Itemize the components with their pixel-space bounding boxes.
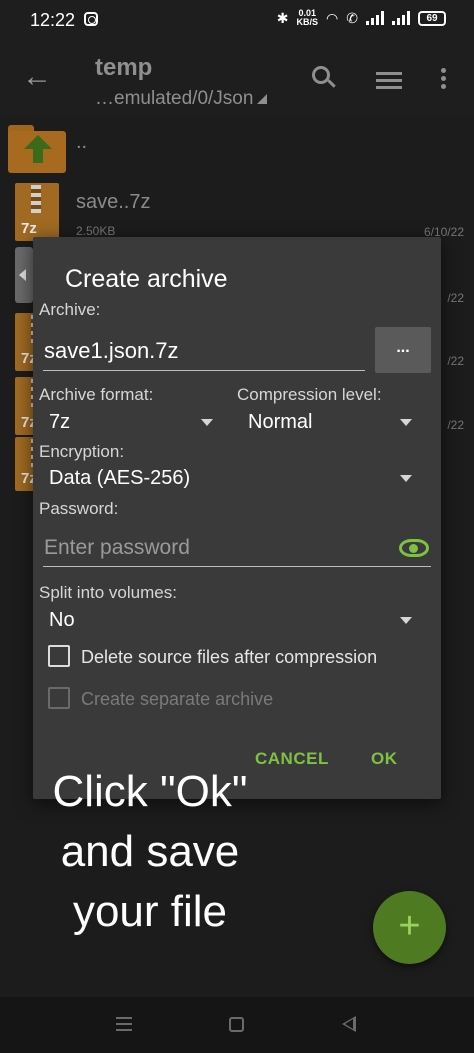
path-text: …emulated/0/Json <box>95 88 254 109</box>
encryption-select[interactable]: Data (AES-256) <box>33 461 416 495</box>
archive-format-select[interactable]: 7z <box>33 405 217 439</box>
search-icon[interactable] <box>312 66 336 88</box>
caption-line: and save <box>60 827 240 876</box>
wifi-icon: ◠ <box>326 9 339 26</box>
battery-icon: 69 <box>418 10 446 26</box>
delete-source-label: Delete source files after compression <box>81 647 378 667</box>
status-bar: 12:22 ✱ 0.01 KB/S ◠ ✆ 69 <box>0 0 474 42</box>
file-date: /22 <box>447 354 464 368</box>
tutorial-caption: Click "Ok" and save your file <box>0 762 300 942</box>
status-icons: ✱ 0.01 KB/S ◠ ✆ 69 <box>277 9 446 27</box>
password-input[interactable]: Enter password <box>43 531 431 567</box>
signal-icon-2 <box>392 11 410 25</box>
archive-format-value: 7z <box>49 411 71 433</box>
nav-back-icon[interactable] <box>342 1016 356 1032</box>
dialog-title: Create archive <box>65 265 228 293</box>
toolbar-title: temp <box>95 54 153 81</box>
compression-level-value: Normal <box>248 411 313 433</box>
instagram-notification-icon <box>84 12 98 26</box>
dropdown-caret-icon <box>400 617 412 624</box>
separate-archive-label: Create separate archive <box>81 689 274 709</box>
back-arrow-icon[interactable]: ← <box>22 62 54 94</box>
separate-archive-checkbox <box>48 687 70 709</box>
signal-icon-1 <box>366 11 384 25</box>
archive-label: Archive: <box>39 300 101 319</box>
dropdown-caret-icon <box>201 419 213 426</box>
ok-button[interactable]: OK <box>371 749 398 769</box>
path-selector[interactable]: …emulated/0/Json <box>95 88 268 110</box>
status-time: 12:22 <box>30 10 76 30</box>
compression-level-select[interactable]: Normal <box>232 405 416 439</box>
parent-folder-label: .. <box>76 131 88 153</box>
password-placeholder: Enter password <box>44 536 190 559</box>
encryption-label: Encryption: <box>39 442 125 461</box>
system-nav-bar <box>0 997 474 1053</box>
wifi-calling-icon: ✆ <box>346 9 358 26</box>
nav-home-icon[interactable] <box>229 1017 244 1032</box>
network-speed-unit: KB/S <box>296 17 319 27</box>
more-vert-icon[interactable] <box>441 68 447 92</box>
file-size: 2.50KB <box>76 224 116 238</box>
split-volumes-label: Split into volumes: <box>39 583 177 602</box>
password-label: Password: <box>39 499 119 518</box>
side-drawer-handle[interactable] <box>15 247 33 303</box>
encryption-value: Data (AES-256) <box>49 467 191 489</box>
compression-level-label: Compression level: <box>237 385 382 404</box>
archive-format-label: Archive format: <box>39 385 154 404</box>
list-view-icon[interactable] <box>376 72 402 93</box>
network-speed: 0.01 KB/S <box>297 9 319 27</box>
archive-name-input[interactable]: save1.json.7z <box>43 335 365 371</box>
split-volumes-select[interactable]: No <box>33 603 416 637</box>
dropdown-caret-icon <box>400 419 412 426</box>
app-toolbar: ← temp …emulated/0/Json <box>0 42 474 117</box>
caption-line: Click "Ok" <box>52 767 248 816</box>
bluetooth-icon: ✱ <box>276 9 289 26</box>
file-date: /22 <box>447 291 464 305</box>
browse-button[interactable]: ... <box>375 327 431 373</box>
eye-icon[interactable] <box>399 539 429 557</box>
7z-file-icon: 7z <box>15 183 59 241</box>
delete-source-checkbox[interactable] <box>48 645 70 667</box>
create-archive-dialog: Create archive Archive: save1.json.7z ..… <box>33 237 441 799</box>
nav-menu-icon[interactable] <box>116 1017 132 1035</box>
file-name: save..7z <box>76 191 151 213</box>
add-fab-button[interactable]: + <box>373 891 446 964</box>
file-date: /22 <box>447 418 464 432</box>
caption-line: your file <box>72 887 228 936</box>
dropdown-caret-icon <box>257 94 268 104</box>
dropdown-caret-icon <box>400 475 412 482</box>
folder-up-icon <box>8 125 66 173</box>
plus-icon: + <box>398 905 421 947</box>
split-volumes-value: No <box>49 609 75 631</box>
